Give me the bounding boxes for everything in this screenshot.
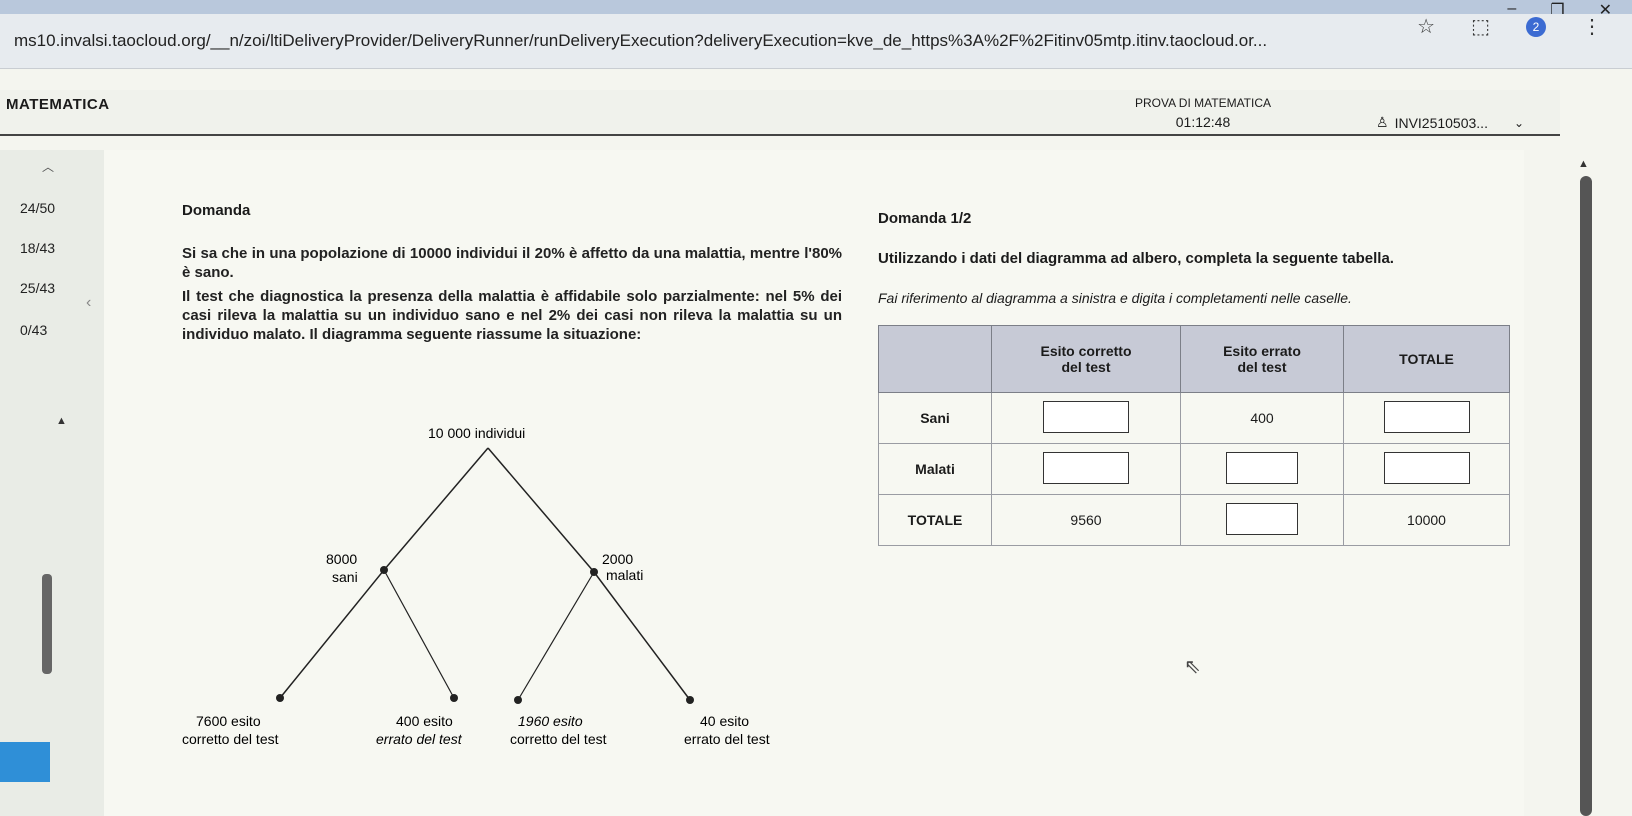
tree-node [514, 696, 522, 704]
tree-edge [593, 571, 691, 701]
col-header-wrong: Esito errato del test [1180, 325, 1344, 393]
tree-left-label: sani [332, 569, 358, 585]
tree-leaf-2-value: 400 esito [396, 713, 453, 729]
table-row: TOTALE 9560 10000 [878, 494, 1510, 546]
app-header: MATEMATICA PROVA DI MATEMATICA 01:12:48 … [0, 90, 1560, 136]
tree-leaf-4-label: errato del test [684, 731, 770, 747]
user-menu[interactable]: ♙ INVI2510503... ⌄ [1376, 114, 1524, 131]
question-text: Si sa che in una popolazione di 10000 in… [182, 244, 842, 349]
col-header-correct: Esito corretto del test [991, 325, 1181, 393]
address-bar[interactable]: ms10.invalsi.taocloud.org/__n/zoi/ltiDel… [0, 14, 1632, 69]
subquestion-instruction: Utilizzando i dati del diagramma ad albe… [878, 250, 1394, 267]
user-id: INVI2510503... [1394, 114, 1488, 131]
tree-left-value: 8000 [326, 551, 357, 567]
extension-icon[interactable]: ⬚ [1471, 14, 1490, 39]
input-total-wrong[interactable] [1226, 502, 1298, 535]
input-malati-total[interactable] [1383, 451, 1470, 484]
probability-tree-diagram: 10 000 individui 8000 sani 2000 malati 7… [182, 425, 770, 747]
question-label: Domanda [182, 202, 251, 219]
tree-leaf-1-label: corretto del test [182, 731, 279, 747]
sidebar-active-marker[interactable] [0, 742, 50, 782]
kebab-menu-icon[interactable]: ⋮ [1582, 14, 1602, 39]
user-icon: ♙ [1376, 114, 1389, 130]
cell-malati-wrong [1180, 443, 1344, 495]
tree-edge [517, 571, 595, 701]
tree-edge [487, 447, 595, 573]
browser-tabstrip [0, 0, 1632, 14]
test-info: PROVA DI MATEMATICA 01:12:48 [1135, 96, 1271, 130]
chevron-down-icon[interactable]: ⌄ [1514, 116, 1524, 130]
col-header-wrong-line2: del test [1237, 359, 1287, 375]
tree-leaf-3-value: 1960 esito [518, 713, 583, 729]
cell-total-total: 10000 [1343, 494, 1510, 546]
tree-leaf-2-label: errato del test [376, 731, 463, 747]
scroll-up-triangle-icon[interactable]: ▲ [56, 415, 67, 427]
input-sani-total[interactable] [1383, 400, 1470, 433]
tree-right-value: 2000 [602, 551, 633, 567]
sidebar-scrollbar[interactable] [42, 574, 52, 674]
mouse-cursor-icon: ⇖ [1184, 656, 1201, 678]
cell-total-correct: 9560 [991, 494, 1181, 546]
tree-right-label: malati [606, 567, 643, 583]
input-malati-correct[interactable] [1043, 451, 1129, 484]
answer-table: Esito corretto del test Esito errato del t… [878, 325, 1510, 546]
question-paragraph-1: Si sa che in una popolazione di 10000 in… [182, 245, 842, 281]
tree-node [450, 694, 458, 702]
sidebar-item-section-3[interactable]: 25/43 [20, 280, 55, 296]
tree-node [590, 568, 598, 576]
tree-edge [383, 447, 489, 571]
vertical-scrollbar[interactable] [1580, 176, 1592, 816]
tree-edge [279, 569, 385, 699]
tree-edge [383, 569, 455, 699]
row-header-totale: TOTALE [878, 494, 992, 546]
sidebar-item-section-2[interactable]: 18/43 [20, 240, 55, 256]
scroll-up-icon[interactable]: ▲ [1578, 158, 1589, 170]
cell-sani-wrong: 400 [1180, 392, 1344, 444]
cell-sani-correct [991, 392, 1181, 444]
browser-toolbar-icons: ☆ ⬚ 2 ⋮ [1417, 14, 1602, 39]
table-header-row: Esito corretto del test Esito errato del t… [878, 325, 1510, 393]
collapse-sidebar-icon[interactable]: ‹ [86, 294, 91, 312]
timer: 01:12:48 [1175, 114, 1231, 130]
table-corner [878, 325, 992, 393]
col-header-total: TOTALE [1343, 325, 1510, 393]
bookmark-star-icon[interactable]: ☆ [1417, 14, 1435, 39]
table-row: Malati [878, 443, 1510, 495]
cell-malati-correct [991, 443, 1181, 495]
tree-leaf-1-value: 7600 esito [196, 713, 261, 729]
input-malati-wrong[interactable] [1226, 451, 1298, 484]
tree-leaf-3-label: corretto del test [510, 731, 607, 747]
col-header-correct-line1: Esito corretto [1040, 343, 1132, 359]
tree-leaf-4-value: 40 esito [700, 713, 749, 729]
tree-node [276, 694, 284, 702]
input-sani-correct[interactable] [1043, 400, 1129, 433]
test-name: PROVA DI MATEMATICA [1135, 96, 1272, 110]
row-header-malati: Malati [878, 443, 992, 495]
cell-sani-total [1343, 392, 1510, 444]
cell-total-wrong [1180, 494, 1344, 546]
tree-root-label: 10 000 individui [428, 425, 525, 441]
subquestion-label: Domanda 1/2 [878, 210, 972, 227]
table-row: Sani 400 [878, 392, 1510, 444]
profile-avatar[interactable]: 2 [1526, 16, 1546, 37]
url-text[interactable]: ms10.invalsi.taocloud.org/__n/zoi/ltiDel… [14, 31, 1344, 51]
sidebar-item-section-4[interactable]: 0/43 [20, 322, 47, 338]
subquestion-hint: Fai riferimento al diagramma a sinistra … [878, 290, 1352, 306]
col-header-correct-line2: del test [1061, 359, 1111, 375]
question-paragraph-2: Il test che diagnostica la presenza dell… [182, 288, 842, 343]
tree-node [686, 696, 694, 704]
app-title: MATEMATICA [6, 96, 110, 113]
row-header-sani: Sani [878, 392, 992, 444]
section-sidebar: ︿ 24/50 18/43 25/43 0/43 ▲ [0, 150, 104, 816]
col-header-wrong-line1: Esito errato [1223, 343, 1301, 359]
cell-malati-total [1343, 443, 1510, 495]
tree-node [380, 566, 388, 574]
chevron-up-icon[interactable]: ︿ [42, 158, 54, 175]
sidebar-item-section-1[interactable]: 24/50 [20, 200, 55, 216]
